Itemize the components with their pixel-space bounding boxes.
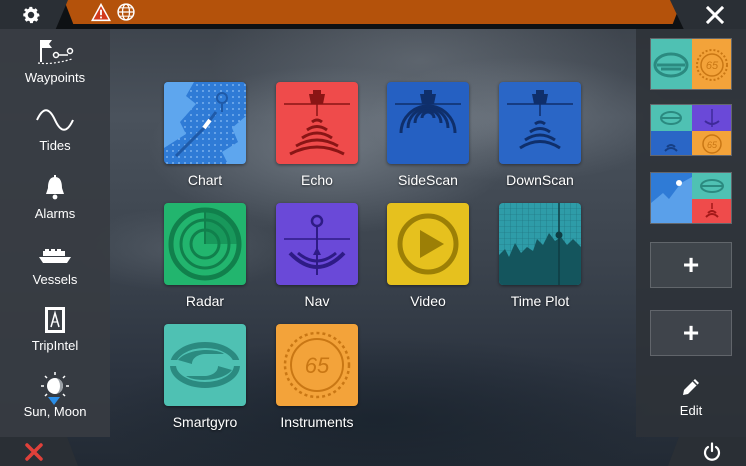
app-label: DownScan bbox=[506, 172, 574, 188]
video-play-icon bbox=[397, 213, 459, 275]
favorite-preview: 65 bbox=[651, 39, 731, 89]
app-tile bbox=[164, 203, 246, 285]
power-icon[interactable] bbox=[702, 442, 722, 462]
vessel-icon bbox=[39, 249, 71, 263]
app-tile bbox=[164, 82, 246, 164]
instruments-icon: 65 bbox=[283, 331, 351, 399]
app-time-plot[interactable]: Time Plot bbox=[490, 203, 590, 313]
sidescan-icon bbox=[395, 90, 461, 134]
tripintel-icon bbox=[45, 307, 65, 333]
app-instruments[interactable]: 65 Instruments bbox=[267, 324, 367, 434]
chart-icon bbox=[164, 82, 246, 164]
app-sidescan[interactable]: SideScan bbox=[378, 82, 478, 192]
favorite-four-panel[interactable]: 65 bbox=[650, 104, 732, 156]
app-label: Smartgyro bbox=[172, 414, 238, 430]
sidebar-item-label: Waypoints bbox=[24, 70, 86, 85]
sidebar-item-label: Sun, Moon bbox=[23, 404, 87, 419]
sidebar-item-label: Alarms bbox=[34, 206, 76, 221]
instrument-value: 65 bbox=[707, 140, 718, 150]
sidebar-item-alarms[interactable]: Alarms bbox=[0, 169, 110, 233]
app-label: Radar bbox=[185, 293, 225, 309]
status-strip bbox=[64, 0, 682, 24]
gear-icon bbox=[23, 6, 40, 24]
edit-label: Edit bbox=[679, 403, 703, 418]
app-tile bbox=[499, 82, 581, 164]
sidebar-item-label: TripIntel bbox=[31, 338, 79, 353]
radar-icon bbox=[168, 207, 242, 281]
alarm-bell-icon bbox=[46, 175, 64, 200]
edit-button[interactable]: Edit bbox=[650, 375, 732, 431]
app-tile bbox=[387, 203, 469, 285]
smartgyro-icon bbox=[170, 342, 240, 388]
tides-icon bbox=[36, 109, 74, 131]
scroll-down-icon[interactable] bbox=[48, 397, 60, 405]
app-tile bbox=[387, 82, 469, 164]
add-favorite-button[interactable]: + bbox=[650, 310, 732, 356]
app-label: Echo bbox=[301, 172, 333, 188]
favorite-preview: 65 bbox=[651, 105, 731, 155]
app-label: Video bbox=[410, 293, 446, 309]
nav-icon bbox=[284, 214, 350, 275]
sidebar-item-tides[interactable]: Tides bbox=[0, 101, 110, 165]
sidebar-item-waypoints[interactable]: Waypoints bbox=[0, 33, 110, 97]
app-echo[interactable]: Echo bbox=[267, 82, 367, 192]
app-downscan[interactable]: DownScan bbox=[490, 82, 590, 192]
add-favorite-button[interactable]: + bbox=[650, 242, 732, 288]
app-tile bbox=[276, 82, 358, 164]
sidebar-item-tripintel[interactable]: TripIntel bbox=[0, 301, 110, 365]
app-label: Chart bbox=[187, 172, 223, 188]
favorite-smartgyro-instruments[interactable]: 65 bbox=[650, 38, 732, 90]
waypoints-icon bbox=[37, 40, 74, 65]
time-plot-icon bbox=[499, 203, 581, 285]
close-button[interactable] bbox=[702, 2, 728, 28]
app-radar[interactable]: Radar bbox=[155, 203, 255, 313]
sidebar-item-vessels[interactable]: Vessels bbox=[0, 235, 110, 299]
app-tile bbox=[499, 203, 581, 285]
app-label: Instruments bbox=[280, 414, 354, 430]
app-video[interactable]: Video bbox=[378, 203, 478, 313]
close-icon bbox=[706, 6, 724, 24]
app-nav[interactable]: Nav bbox=[267, 203, 367, 313]
downscan-icon bbox=[507, 90, 573, 150]
add-label: + bbox=[682, 317, 700, 348]
globe-icon[interactable] bbox=[116, 2, 136, 22]
favorite-chart-smartgyro-echo[interactable] bbox=[650, 172, 732, 224]
app-label: Time Plot bbox=[510, 293, 570, 309]
sidebar-item-label: Vessels bbox=[32, 272, 78, 287]
app-smartgyro[interactable]: Smartgyro bbox=[155, 324, 255, 434]
sidebar-item-label: Tides bbox=[39, 138, 71, 153]
pencil-icon bbox=[683, 379, 699, 395]
app-tile bbox=[276, 203, 358, 285]
instrument-value: 65 bbox=[706, 60, 719, 72]
red-x-icon[interactable] bbox=[24, 442, 44, 462]
app-label: SideScan bbox=[398, 172, 458, 188]
background-image bbox=[0, 0, 746, 466]
app-tile: 65 bbox=[276, 324, 358, 406]
instrument-value: 65 bbox=[305, 353, 330, 378]
echo-icon bbox=[284, 90, 350, 156]
warning-triangle-icon[interactable] bbox=[90, 2, 112, 22]
app-tile bbox=[164, 324, 246, 406]
app-label: Nav bbox=[304, 293, 330, 309]
add-label: + bbox=[682, 249, 700, 280]
left-sidebar: Waypoints Tides Alarms Vessels TripIntel… bbox=[0, 29, 110, 437]
favorite-preview bbox=[651, 173, 731, 223]
settings-button[interactable] bbox=[18, 3, 44, 27]
app-chart[interactable]: Chart bbox=[155, 82, 255, 192]
